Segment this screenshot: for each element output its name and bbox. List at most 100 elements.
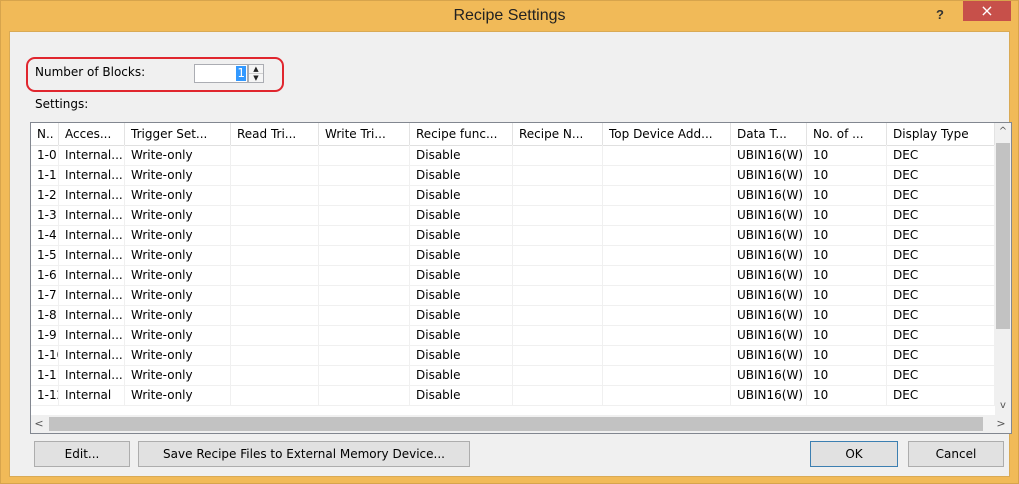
table-cell: UBIN16(W)	[731, 285, 807, 305]
column-header[interactable]: Acces...	[59, 123, 125, 145]
spin-up-icon[interactable]: ▲	[249, 65, 263, 74]
table-row[interactable]: 1-3 Internal... Write-only Disable UBIN16(W)…	[31, 205, 995, 226]
table-cell: Internal...	[59, 205, 125, 225]
table-row[interactable]: 1-0 Internal... Write-only Disable UBIN16(W)…	[31, 145, 995, 166]
scroll-up-icon[interactable]: ^	[995, 123, 1011, 141]
save-recipe-files-button[interactable]: Save Recipe Files to External Memory Dev…	[138, 441, 470, 467]
vertical-scrollbar[interactable]: ^ v	[995, 123, 1011, 415]
table-row[interactable]: 1-6 Internal... Write-only Disable UBIN16(W)…	[31, 265, 995, 286]
table-cell: Disable	[410, 345, 513, 365]
column-header[interactable]: Read Tri...	[231, 123, 319, 145]
horizontal-scroll-thumb[interactable]	[49, 417, 983, 431]
table-cell: Internal...	[59, 185, 125, 205]
vertical-scroll-thumb[interactable]	[996, 143, 1010, 329]
column-header[interactable]: Display Type	[887, 123, 995, 145]
table-cell: Internal...	[59, 225, 125, 245]
column-header[interactable]: Recipe func...	[410, 123, 513, 145]
table-cell	[603, 165, 731, 185]
table-cell	[603, 385, 731, 405]
table-cell: DEC	[887, 145, 995, 165]
table-cell: UBIN16(W)	[731, 145, 807, 165]
table-cell: Write-only	[125, 145, 231, 165]
table-cell: Write-only	[125, 365, 231, 385]
table-cell: DEC	[887, 225, 995, 245]
scroll-left-icon[interactable]: <	[31, 415, 47, 433]
ok-button[interactable]: OK	[810, 441, 898, 467]
scroll-down-icon[interactable]: v	[995, 397, 1011, 415]
table-cell	[319, 245, 410, 265]
table-cell: Internal	[59, 385, 125, 405]
cancel-button[interactable]: Cancel	[908, 441, 1004, 467]
table-cell: 10	[807, 165, 887, 185]
table-cell	[603, 285, 731, 305]
table-cell	[513, 165, 603, 185]
table-cell: DEC	[887, 305, 995, 325]
table-cell	[513, 265, 603, 285]
table-row[interactable]: 1-7 Internal... Write-only Disable UBIN16(W)…	[31, 285, 995, 306]
table-cell: Write-only	[125, 385, 231, 405]
table-cell	[231, 145, 319, 165]
table-cell	[513, 185, 603, 205]
table-cell: Disable	[410, 245, 513, 265]
help-button[interactable]: ?	[927, 5, 953, 25]
table-row[interactable]: 1-9 Internal... Write-only Disable UBIN16(W)…	[31, 325, 995, 346]
column-header[interactable]: Data T...	[731, 123, 807, 145]
table-row[interactable]: 1-4 Internal... Write-only Disable UBIN16(W)…	[31, 225, 995, 246]
number-of-blocks-spinner[interactable]: ▲ ▼	[248, 64, 264, 83]
table-cell: DEC	[887, 385, 995, 405]
table-cell	[603, 145, 731, 165]
table-cell: UBIN16(W)	[731, 165, 807, 185]
table-cell: 1-9	[31, 325, 59, 345]
column-header[interactable]: N..	[31, 123, 59, 145]
close-button[interactable]: ×	[963, 1, 1011, 21]
settings-table[interactable]: N.. Acces... Trigger Set... Read Tri... Writ…	[30, 122, 1012, 434]
number-of-blocks-value: 1	[236, 66, 246, 81]
table-cell: 10	[807, 385, 887, 405]
table-cell: Disable	[410, 385, 513, 405]
edit-button[interactable]: Edit...	[34, 441, 130, 467]
table-cell	[231, 245, 319, 265]
table-cell	[603, 305, 731, 325]
table-cell	[231, 365, 319, 385]
table-row[interactable]: 1-1 Internal... Write-only Disable UBIN16(W)…	[31, 165, 995, 186]
table-cell: UBIN16(W)	[731, 225, 807, 245]
table-cell: DEC	[887, 245, 995, 265]
table-cell	[319, 385, 410, 405]
column-header[interactable]: Recipe N...	[513, 123, 603, 145]
scroll-right-icon[interactable]: >	[993, 415, 1009, 433]
table-cell: 1-3	[31, 205, 59, 225]
dialog-window: Recipe Settings ? × Number of Blocks: 1 …	[0, 0, 1019, 484]
number-of-blocks-input[interactable]: 1	[194, 64, 248, 83]
table-row[interactable]: 1-12InternalWrite-only Disable UBIN16(W)10…	[31, 385, 995, 406]
table-row[interactable]: 1-11Internal...Write-only Disable UBIN16(W…	[31, 365, 995, 386]
table-cell: Internal...	[59, 305, 125, 325]
table-cell	[513, 245, 603, 265]
column-header[interactable]: No. of ...	[807, 123, 887, 145]
table-cell	[513, 385, 603, 405]
table-cell: Disable	[410, 225, 513, 245]
table-cell	[231, 205, 319, 225]
table-cell	[231, 225, 319, 245]
table-cell	[231, 325, 319, 345]
table-cell: UBIN16(W)	[731, 265, 807, 285]
table-row[interactable]: 1-5 Internal... Write-only Disable UBIN16(W)…	[31, 245, 995, 266]
column-header[interactable]: Top Device Add...	[603, 123, 731, 145]
table-cell: DEC	[887, 185, 995, 205]
table-cell	[513, 205, 603, 225]
table-row[interactable]: 1-10Internal...Write-only Disable UBIN16(W…	[31, 345, 995, 366]
table-cell: Internal...	[59, 285, 125, 305]
table-row[interactable]: 1-2 Internal... Write-only Disable UBIN16(W)…	[31, 185, 995, 206]
table-cell: DEC	[887, 265, 995, 285]
table-cell: Write-only	[125, 265, 231, 285]
table-cell	[513, 145, 603, 165]
table-row[interactable]: 1-8 Internal... Write-only Disable UBIN16(W)…	[31, 305, 995, 326]
column-header[interactable]: Write Tri...	[319, 123, 410, 145]
table-cell: Write-only	[125, 345, 231, 365]
spin-down-icon[interactable]: ▼	[249, 74, 263, 82]
horizontal-scrollbar[interactable]: < >	[31, 415, 1011, 433]
title-bar: Recipe Settings ? ×	[1, 1, 1018, 31]
table-cell	[319, 305, 410, 325]
table-cell	[231, 385, 319, 405]
column-header[interactable]: Trigger Set...	[125, 123, 231, 145]
table-cell	[603, 225, 731, 245]
